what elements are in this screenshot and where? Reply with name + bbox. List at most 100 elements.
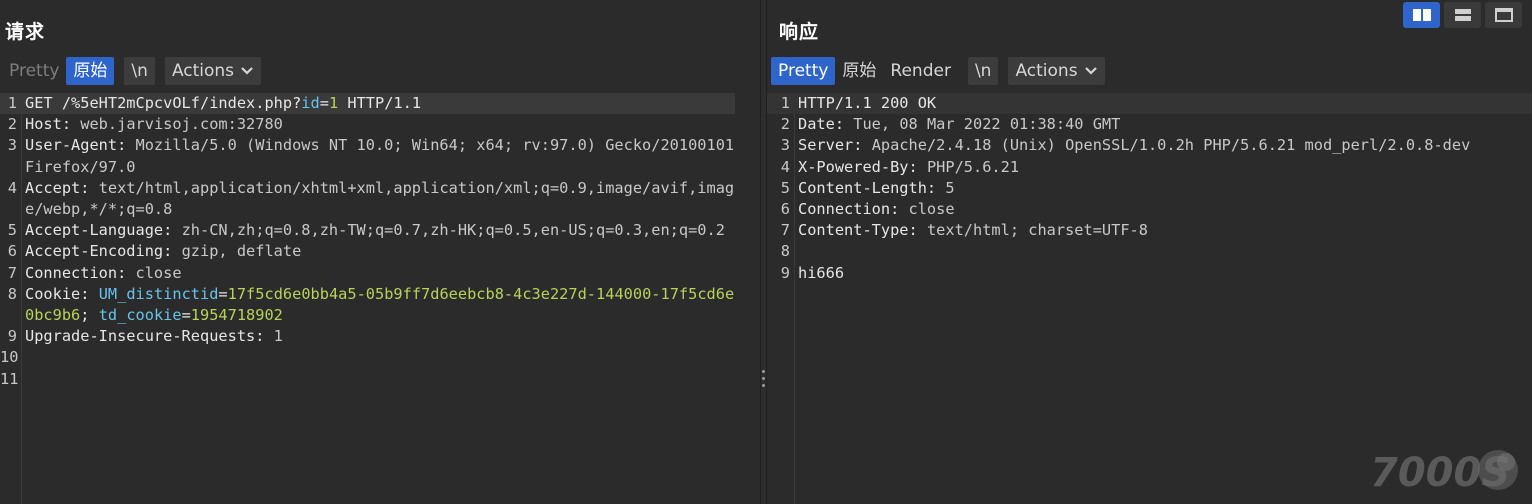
token: Accept-Language: bbox=[25, 221, 182, 240]
line-content: Accept-Language: zh-CN,zh;q=0.8,zh-TW;q=… bbox=[0, 220, 735, 241]
token: HTTP/1.1 bbox=[338, 94, 422, 112]
line-content: ​ bbox=[0, 347, 735, 368]
response-line[interactable]: 4 X-Powered-By: PHP/5.6.21 bbox=[767, 157, 1532, 178]
response-title: 响应 bbox=[779, 21, 820, 43]
request-line[interactable]: 6 Accept-Encoding: gzip, deflate bbox=[0, 241, 760, 262]
response-lines: 1 HTTP/1.1 200 OK 2 Date: Tue, 08 Mar 2022 … bbox=[767, 93, 1532, 284]
token: Connection: bbox=[25, 263, 136, 282]
response-actions-menu[interactable]: Actions bbox=[1008, 57, 1105, 85]
single-view-icon bbox=[1494, 8, 1513, 22]
response-newline-button[interactable]: \n bbox=[967, 57, 999, 85]
token: PHP/5.6.21 bbox=[926, 157, 1020, 176]
token: Content-Type: bbox=[798, 221, 927, 240]
response-line[interactable]: 3 Server: Apache/2.4.18 (Unix) OpenSSL/1.… bbox=[767, 135, 1532, 156]
line-number: 5 bbox=[780, 178, 790, 197]
response-line[interactable]: 2 Date: Tue, 08 Mar 2022 01:38:40 GMT bbox=[767, 114, 1532, 135]
line-content: Connection: close bbox=[767, 199, 1532, 220]
request-editor[interactable]: 1 GET /%5eHT2mCpcvOLf/index.php?id=1 HTTP… bbox=[0, 93, 760, 504]
line-number: 5 bbox=[7, 221, 17, 240]
token: 1954718902 bbox=[190, 306, 283, 325]
chevron-down-icon bbox=[1084, 57, 1098, 85]
token: Accept-Encoding: bbox=[25, 242, 182, 261]
line-content: ​ bbox=[767, 241, 1532, 262]
request-raw-button[interactable]: 原始 bbox=[66, 57, 115, 85]
request-line[interactable]: 11​ bbox=[0, 369, 760, 390]
chevron-down-icon bbox=[240, 57, 254, 85]
token: X-Powered-By: bbox=[798, 157, 927, 176]
request-newline-button[interactable]: \n bbox=[124, 57, 155, 85]
pane-splitter[interactable] bbox=[760, 0, 767, 504]
token: 1 bbox=[328, 94, 339, 112]
request-actions-menu[interactable]: Actions bbox=[164, 57, 262, 85]
line-content: Accept: text/html,application/xhtml+xml,… bbox=[0, 178, 735, 220]
token: HTTP/1.1 200 OK bbox=[798, 94, 937, 112]
stacked-view-button[interactable] bbox=[1444, 2, 1481, 28]
token: close bbox=[135, 263, 182, 282]
line-content: Accept-Encoding: gzip, deflate bbox=[0, 241, 735, 262]
line-number: 8 bbox=[7, 284, 17, 303]
watermark-logo: 7000S bbox=[1366, 442, 1526, 498]
line-content: Date: Tue, 08 Mar 2022 01:38:40 GMT bbox=[767, 114, 1532, 135]
response-line[interactable]: 6 Connection: close bbox=[767, 199, 1532, 220]
response-line[interactable]: 1 HTTP/1.1 200 OK bbox=[767, 93, 1532, 115]
token: Host: bbox=[25, 115, 81, 134]
line-content: HTTP/1.1 200 OK bbox=[767, 93, 1532, 115]
token: 1 bbox=[273, 327, 283, 346]
token: = bbox=[181, 306, 191, 325]
line-content: Content-Length: 5 bbox=[767, 178, 1532, 199]
token: zh-CN,zh;q=0.8,zh-TW;q=0.7,zh-HK;q=0.5,e… bbox=[181, 221, 725, 240]
side-by-side-view-icon bbox=[1412, 9, 1431, 21]
line-content: Content-Type: text/html; charset=UTF-8 bbox=[767, 220, 1532, 241]
request-line[interactable]: 8 Cookie: UM_distinctid=17f5cd6e0bb4a5-05… bbox=[0, 284, 760, 326]
line-number: 6 bbox=[780, 200, 790, 219]
response-line[interactable]: 8​ bbox=[767, 241, 1532, 262]
splitter-grip-icon[interactable] bbox=[762, 370, 765, 388]
response-actions-label: Actions bbox=[1015, 61, 1078, 81]
token: Date: bbox=[798, 115, 854, 134]
request-line[interactable]: 2 Host: web.jarvisoj.com:32780 bbox=[0, 114, 760, 135]
token: Accept: bbox=[25, 178, 99, 197]
line-number: 8 bbox=[780, 242, 790, 261]
line-content: User-Agent: Mozilla/5.0 (Windows NT 10.0… bbox=[0, 135, 735, 177]
request-pretty-button[interactable]: Pretty bbox=[2, 57, 66, 85]
token: Content-Length: bbox=[798, 178, 946, 197]
line-number: 3 bbox=[780, 136, 790, 155]
view-layout-switch bbox=[1403, 2, 1522, 28]
line-number: 10 bbox=[0, 348, 19, 367]
request-line[interactable]: 3 User-Agent: Mozilla/5.0 (Windows NT 10.… bbox=[0, 135, 760, 177]
response-render-button[interactable]: Render bbox=[883, 57, 958, 85]
token: UM_distinctid bbox=[98, 284, 219, 303]
single-view-button[interactable] bbox=[1485, 2, 1522, 28]
line-content: Upgrade-Insecure-Requests: 1 bbox=[0, 326, 735, 347]
line-number: 7 bbox=[780, 221, 790, 240]
token: = bbox=[218, 284, 228, 303]
response-line[interactable]: 5 Content-Length: 5 bbox=[767, 178, 1532, 199]
line-content: Connection: close bbox=[0, 263, 735, 284]
response-line[interactable]: 9 hi666 bbox=[767, 263, 1532, 284]
token: hi666 bbox=[798, 263, 845, 282]
response-line[interactable]: 7 Content-Type: text/html; charset=UTF-8 bbox=[767, 220, 1532, 241]
response-pretty-button[interactable]: Pretty bbox=[771, 57, 836, 85]
token: Connection: bbox=[798, 200, 909, 219]
token: Upgrade-Insecure-Requests: bbox=[25, 327, 274, 346]
token: = bbox=[319, 94, 329, 112]
token: User-Agent: bbox=[25, 136, 136, 155]
request-line[interactable]: 4 Accept: text/html,application/xhtml+xml… bbox=[0, 178, 760, 220]
request-line[interactable]: 5 Accept-Language: zh-CN,zh;q=0.8,zh-TW;q… bbox=[0, 220, 760, 241]
response-raw-button[interactable]: 原始 bbox=[835, 57, 883, 85]
request-line[interactable]: 10​ bbox=[0, 347, 760, 368]
side-by-side-view-button[interactable] bbox=[1403, 2, 1440, 28]
token: Tue, 08 Mar 2022 01:38:40 GMT bbox=[853, 115, 1121, 134]
line-number: 4 bbox=[780, 157, 790, 176]
line-content: Host: web.jarvisoj.com:32780 bbox=[0, 114, 735, 135]
request-line[interactable]: 7 Connection: close bbox=[0, 263, 760, 284]
request-line[interactable]: 9 Upgrade-Insecure-Requests: 1 bbox=[0, 326, 760, 347]
line-content: ​ bbox=[0, 369, 735, 390]
request-line[interactable]: 1 GET /%5eHT2mCpcvOLf/index.php?id=1 HTTP… bbox=[0, 93, 760, 115]
token: close bbox=[908, 200, 955, 219]
token: text/html,application/xhtml+xml,applicat… bbox=[25, 178, 735, 219]
line-number: 2 bbox=[780, 115, 790, 134]
line-number: 1 bbox=[7, 94, 17, 112]
line-content: GET /%5eHT2mCpcvOLf/index.php?id=1 HTTP/… bbox=[0, 93, 735, 115]
line-number: 1 bbox=[780, 94, 790, 112]
